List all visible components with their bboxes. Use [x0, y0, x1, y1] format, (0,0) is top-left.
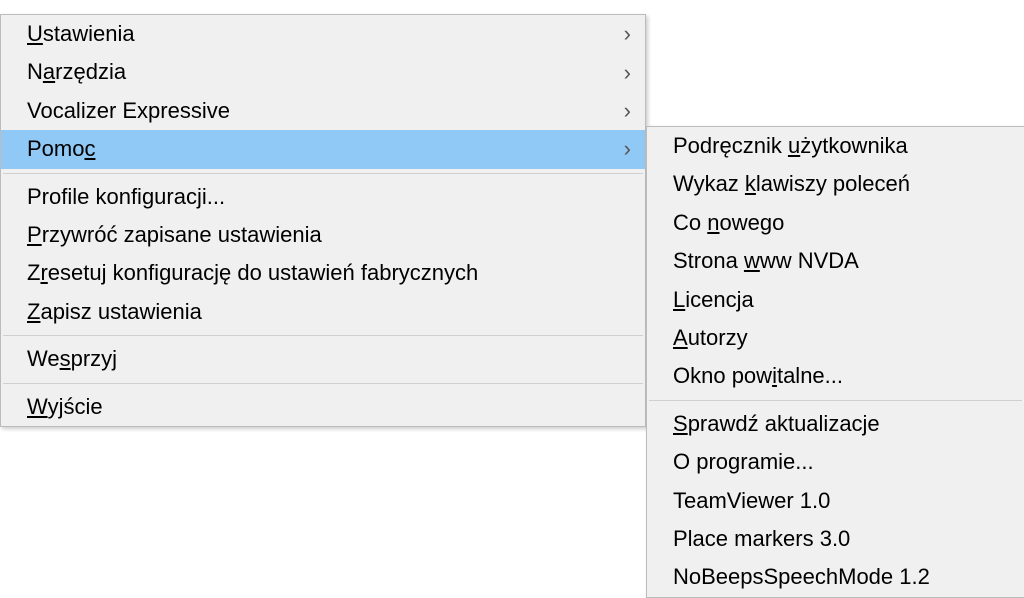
mainMenu-item-6[interactable]: Przywróć zapisane ustawienia: [1, 216, 645, 254]
mainMenu-item-label: Wyjście: [27, 394, 617, 420]
mainMenu-item-label: Narzędzia: [27, 59, 617, 85]
subMenu-item-10[interactable]: TeamViewer 1.0: [647, 482, 1024, 520]
chevron-right-icon: ›: [624, 136, 631, 162]
mainMenu-item-3[interactable]: Pomoc ›: [1, 130, 645, 168]
mainMenu-item-10[interactable]: Wesprzyj: [1, 340, 645, 378]
mainMenu-item-label: Zresetuj konfigurację do ustawień fabryc…: [27, 260, 617, 286]
mainMenu-item-0[interactable]: Ustawienia ›: [1, 15, 645, 53]
mainMenu-item-label: Pomoc: [27, 136, 617, 162]
mainMenu-item-label: Profile konfiguracji...: [27, 184, 617, 210]
subMenu-item-label: Sprawdź aktualizacje: [673, 411, 996, 437]
subMenu-item-label: Podręcznik użytkownika: [673, 133, 996, 159]
mainMenu-item-label: Vocalizer Expressive: [27, 98, 617, 124]
subMenu-item-label: Wykaz klawiszy poleceń: [673, 171, 996, 197]
subMenu-item-11[interactable]: Place markers 3.0: [647, 520, 1024, 558]
chevron-right-icon: ›: [624, 21, 631, 47]
subMenu-item-3[interactable]: Strona www NVDA: [647, 242, 1024, 280]
subMenu-item-12[interactable]: NoBeepsSpeechMode 1.2: [647, 558, 1024, 596]
chevron-right-icon: ›: [624, 98, 631, 124]
main-context-menu: Ustawienia›Narzędzia›Vocalizer Expressiv…: [0, 14, 646, 427]
subMenu-item-0[interactable]: Podręcznik użytkownika: [647, 127, 1024, 165]
mainMenu-separator: [3, 335, 643, 336]
mainMenu-item-2[interactable]: Vocalizer Expressive ›: [1, 92, 645, 130]
mainMenu-item-8[interactable]: Zapisz ustawienia: [1, 293, 645, 331]
subMenu-separator: [649, 400, 1022, 401]
mainMenu-item-7[interactable]: Zresetuj konfigurację do ustawień fabryc…: [1, 254, 645, 292]
mainMenu-item-12[interactable]: Wyjście: [1, 388, 645, 426]
mainMenu-item-1[interactable]: Narzędzia ›: [1, 53, 645, 91]
chevron-right-icon: ›: [624, 59, 631, 85]
subMenu-item-label: NoBeepsSpeechMode 1.2: [673, 564, 996, 590]
subMenu-item-8[interactable]: Sprawdź aktualizacje: [647, 405, 1024, 443]
mainMenu-separator: [3, 383, 643, 384]
subMenu-item-label: O programie...: [673, 449, 996, 475]
mainMenu-item-5[interactable]: Profile konfiguracji...: [1, 178, 645, 216]
subMenu-item-1[interactable]: Wykaz klawiszy poleceń: [647, 165, 1024, 203]
mainMenu-item-label: Zapisz ustawienia: [27, 299, 617, 325]
mainMenu-item-label: Przywróć zapisane ustawienia: [27, 222, 617, 248]
mainMenu-item-label: Wesprzyj: [27, 346, 617, 372]
subMenu-item-label: Place markers 3.0: [673, 526, 996, 552]
subMenu-item-5[interactable]: Autorzy: [647, 319, 1024, 357]
mainMenu-separator: [3, 173, 643, 174]
subMenu-item-label: Licencja: [673, 287, 996, 313]
subMenu-item-2[interactable]: Co nowego: [647, 204, 1024, 242]
subMenu-item-label: Co nowego: [673, 210, 996, 236]
subMenu-item-6[interactable]: Okno powitalne...: [647, 357, 1024, 395]
subMenu-item-label: Strona www NVDA: [673, 248, 996, 274]
subMenu-item-4[interactable]: Licencja: [647, 281, 1024, 319]
subMenu-item-label: Autorzy: [673, 325, 996, 351]
subMenu-item-9[interactable]: O programie...: [647, 443, 1024, 481]
mainMenu-item-label: Ustawienia: [27, 21, 617, 47]
subMenu-item-label: TeamViewer 1.0: [673, 488, 996, 514]
help-submenu: Podręcznik użytkownika Wykaz klawiszy pol…: [646, 126, 1024, 598]
subMenu-item-label: Okno powitalne...: [673, 363, 996, 389]
